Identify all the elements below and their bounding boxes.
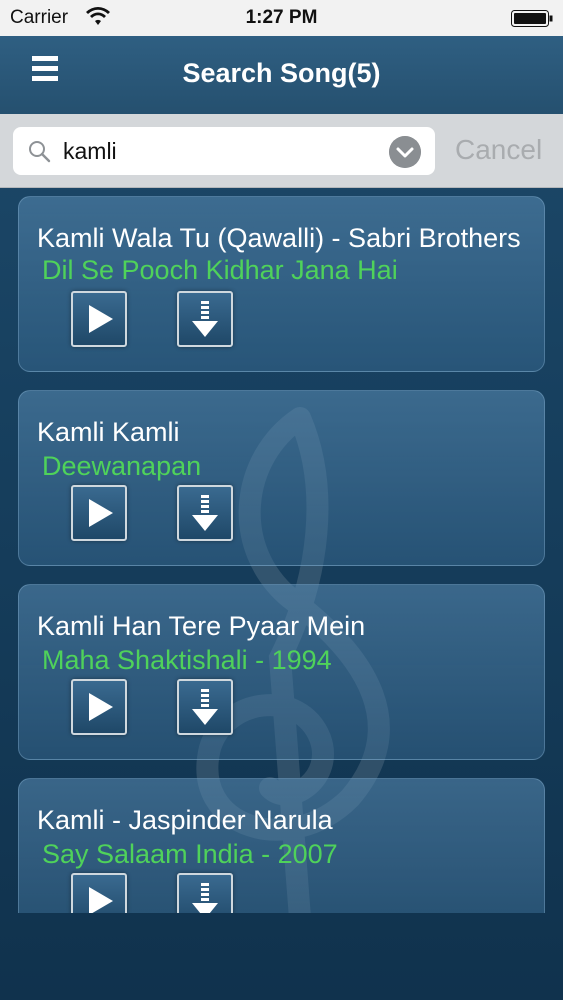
search-bar: Cancel — [0, 114, 563, 188]
battery-icon — [511, 10, 553, 27]
song-album: Dil Se Pooch Kidhar Jana Hai — [42, 255, 398, 285]
download-icon — [192, 689, 218, 725]
download-button[interactable] — [177, 679, 233, 735]
song-album: Deewanapan — [42, 451, 202, 481]
play-icon — [89, 305, 113, 333]
song-title: Kamli Kamli — [37, 417, 180, 447]
download-button[interactable] — [177, 873, 233, 913]
song-list-item[interactable]: Kamli - Jaspinder Narula Say Salaam Indi… — [18, 778, 545, 913]
play-icon — [89, 499, 113, 527]
download-button[interactable] — [177, 485, 233, 541]
play-button[interactable] — [71, 679, 127, 735]
cancel-button[interactable]: Cancel — [455, 134, 542, 166]
status-bar: Carrier 1:27 PM — [0, 0, 563, 36]
play-button[interactable] — [71, 873, 127, 913]
song-title: Kamli Han Tere Pyaar Mein — [37, 611, 366, 641]
search-icon — [29, 141, 51, 163]
download-button[interactable] — [177, 291, 233, 347]
song-list-item[interactable]: Kamli Han Tere Pyaar Mein Maha Shaktisha… — [18, 584, 545, 760]
search-field[interactable] — [13, 127, 435, 175]
navigation-bar: Search Song(5) — [0, 36, 563, 114]
song-results-list[interactable]: Kamli Wala Tu (Qawalli) - Sabri Brothers… — [0, 188, 563, 913]
song-list-item[interactable]: Kamli Wala Tu (Qawalli) - Sabri Brothers… — [18, 196, 545, 372]
play-button[interactable] — [71, 291, 127, 347]
search-input[interactable] — [63, 135, 383, 167]
play-icon — [89, 887, 113, 913]
play-button[interactable] — [71, 485, 127, 541]
download-icon — [192, 495, 218, 531]
song-title: Kamli Wala Tu (Qawalli) - Sabri Brothers — [37, 223, 521, 253]
download-icon — [192, 301, 218, 337]
song-list-item[interactable]: Kamli Kamli Deewanapan — [18, 390, 545, 566]
download-icon — [192, 883, 218, 913]
song-album: Maha Shaktishali - 1994 — [42, 645, 332, 675]
chevron-down-icon[interactable] — [389, 136, 421, 168]
page-title: Search Song(5) — [182, 58, 381, 88]
play-icon — [89, 693, 113, 721]
song-title: Kamli - Jaspinder Narula — [37, 805, 333, 835]
song-album: Say Salaam India - 2007 — [42, 839, 338, 869]
status-time: 1:27 PM — [245, 7, 318, 28]
